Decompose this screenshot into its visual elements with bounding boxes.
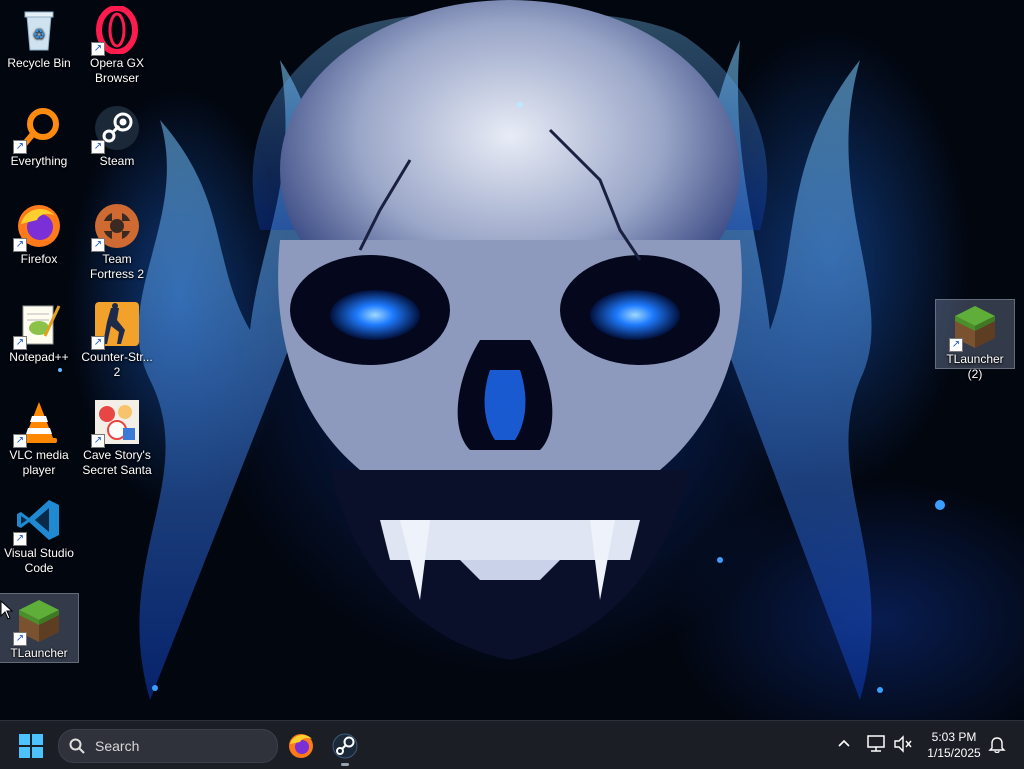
vscode-icon: ↗ [13, 496, 63, 546]
taskbar-app-firefox[interactable] [284, 729, 318, 763]
desktop-icon-label: Firefox [20, 252, 58, 266]
chevron-up-icon [838, 739, 850, 747]
search-icon [69, 738, 85, 759]
taskbar: Search 5:03 PM 1/15/2025 [0, 720, 1024, 769]
shortcut-arrow-icon: ↗ [13, 336, 27, 350]
desktop-icon-label: VLC media player [9, 448, 69, 477]
network-button[interactable] [866, 735, 886, 758]
bell-icon [988, 737, 1006, 754]
windows-logo-icon [19, 734, 43, 758]
shortcut-arrow-icon: ↗ [13, 532, 27, 546]
desktop-icon-team-fortress[interactable]: ↗ Team Fortress 2 [78, 196, 156, 288]
team-fortress-icon: ↗ [91, 202, 141, 252]
desktop-icon-label: Visual Studio Code [4, 546, 74, 575]
desktop-icon-label: Everything [10, 154, 68, 168]
steam-icon: ↗ [91, 104, 141, 154]
desktop-icon-label: Opera GX Browser [89, 56, 145, 85]
shortcut-arrow-icon: ↗ [91, 434, 105, 448]
notifications-button[interactable] [988, 735, 1006, 758]
minecraft-grass-block-icon: ↗ [13, 596, 63, 646]
clock-time: 5:03 PM [931, 730, 977, 744]
taskbar-app-steam[interactable] [328, 729, 362, 766]
steam-icon [332, 733, 358, 759]
show-hidden-icons-button[interactable] [836, 735, 852, 756]
desktop-icon-label: TLauncher (2) [946, 352, 1004, 381]
shortcut-arrow-icon: ↗ [91, 238, 105, 252]
desktop-icon-counter-strike[interactable]: ↗ Counter-Str... 2 [78, 294, 156, 386]
desktop-icon-opera-gx[interactable]: ↗ Opera GX Browser [78, 0, 156, 92]
notepad-plus-plus-icon: ↗ [13, 300, 63, 350]
shortcut-arrow-icon: ↗ [949, 338, 963, 352]
shortcut-arrow-icon: ↗ [13, 632, 27, 646]
search-placeholder: Search [95, 738, 140, 754]
minecraft-grass-block-icon: ↗ [949, 302, 999, 352]
desktop-icon-notepad-plus-plus[interactable]: ↗ Notepad++ [0, 294, 78, 386]
recycle-bin-icon: ♻ [15, 6, 63, 54]
desktop-icon-label: TLauncher [10, 646, 68, 660]
taskbar-clock[interactable]: 5:03 PM 1/15/2025 [918, 729, 990, 761]
everything-search-icon: ↗ [13, 104, 63, 154]
mouse-cursor-icon [0, 599, 14, 625]
desktop-icon-vscode[interactable]: ↗ Visual Studio Code [0, 490, 78, 582]
desktop-icon-vlc[interactable]: ↗ VLC media player [0, 392, 78, 484]
vlc-icon: ↗ [13, 398, 63, 448]
desktop-icon-tlauncher-2[interactable]: ↗ TLauncher (2) [935, 299, 1015, 381]
firefox-icon: ↗ [13, 202, 63, 252]
volume-muted-icon [894, 735, 912, 753]
desktop-icon-cave-story[interactable]: ↗ Cave Story's Secret Santa [78, 392, 156, 484]
shortcut-arrow-icon: ↗ [91, 42, 105, 56]
desktop-icon-label: Team Fortress 2 [89, 252, 144, 281]
start-button[interactable] [18, 733, 44, 759]
shortcut-arrow-icon: ↗ [13, 434, 27, 448]
cave-story-icon: ↗ [91, 398, 141, 448]
shortcut-arrow-icon: ↗ [13, 238, 27, 252]
desktop-icon-steam[interactable]: ↗ Steam [78, 98, 156, 190]
clock-date: 1/15/2025 [927, 746, 981, 760]
firefox-icon [289, 734, 313, 758]
shortcut-arrow-icon: ↗ [13, 140, 27, 154]
desktop-icon-label: Notepad++ [9, 350, 69, 364]
desktop-icon-label: Counter-Str... 2 [81, 350, 153, 379]
shortcut-arrow-icon: ↗ [91, 336, 105, 350]
opera-gx-icon: ↗ [91, 5, 141, 56]
taskbar-search-box[interactable]: Search [58, 729, 278, 763]
desktop-icon-firefox[interactable]: ↗ Firefox [0, 196, 78, 288]
desktop-icon-label: Steam [99, 154, 135, 168]
shortcut-arrow-icon: ↗ [91, 140, 105, 154]
desktop-icon-everything[interactable]: ↗ Everything [0, 98, 78, 190]
svg-text:♻: ♻ [33, 26, 46, 42]
counter-strike-icon: ↗ [91, 300, 141, 350]
running-indicator [341, 763, 349, 766]
desktop-icon-recycle-bin[interactable]: ♻ Recycle Bin [0, 0, 78, 92]
desktop-icon-label: Recycle Bin [7, 56, 71, 70]
network-icon [867, 735, 885, 752]
volume-button[interactable] [893, 735, 913, 758]
desktop-icon-label: Cave Story's Secret Santa [82, 448, 152, 477]
